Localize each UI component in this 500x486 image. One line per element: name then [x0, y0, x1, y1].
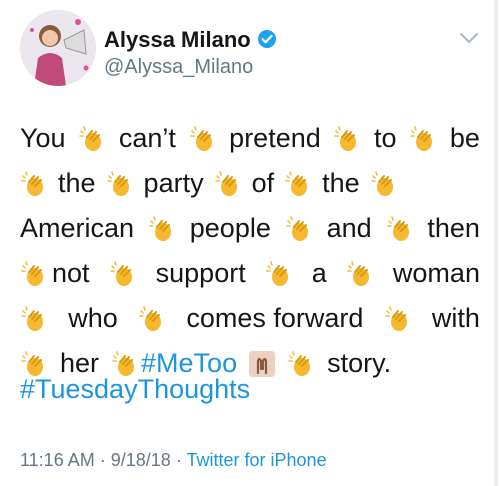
word: comes forward — [186, 303, 364, 333]
separator: · — [175, 450, 182, 470]
clapping-hands-emoji — [106, 170, 129, 196]
word: with — [431, 303, 480, 333]
word: You — [20, 123, 66, 153]
word: then — [427, 213, 480, 243]
tweet-source-link[interactable]: Twitter for iPhone — [187, 450, 327, 470]
tweet-line-5: who comes forward with — [20, 296, 480, 341]
clapping-hands-emoji — [21, 170, 43, 196]
hashtag-tuesdaythoughts-link[interactable]: #TuesdayThoughts — [20, 374, 250, 405]
clapping-hands-emoji — [79, 125, 102, 151]
tweet-line-3: American people and then — [20, 206, 480, 251]
word: not — [52, 258, 90, 288]
raised-hands-emoji — [249, 350, 276, 377]
clapping-hands-emoji — [139, 305, 162, 331]
word: a — [311, 258, 327, 288]
clapping-hands-emoji — [285, 215, 308, 241]
tweet-text: You can’t pretend to be the party of the… — [20, 116, 480, 386]
word: people — [189, 213, 271, 243]
clapping-hands-emoji — [370, 170, 393, 196]
tweet-meta: 11:16 AM · 9/18/18 · Twitter for iPhone — [20, 450, 327, 471]
scrollbar[interactable] — [494, 0, 498, 486]
clapping-hands-emoji — [347, 260, 369, 286]
tweet-line-4: not support a woman — [20, 251, 480, 296]
word: the — [322, 168, 360, 198]
word: woman — [392, 258, 480, 288]
separator: · — [99, 450, 106, 470]
clapping-hands-emoji — [386, 215, 409, 241]
word: to — [374, 123, 397, 153]
clapping-hands-emoji — [109, 260, 132, 286]
clapping-hands-emoji — [149, 215, 171, 241]
clapping-hands-emoji — [189, 125, 212, 151]
clapping-hands-emoji — [285, 170, 308, 196]
tweet-time[interactable]: 11:16 AM — [20, 450, 95, 470]
tweet-line-1: You can’t pretend to be — [20, 116, 480, 161]
avatar[interactable] — [20, 10, 96, 86]
clapping-hands-emoji — [288, 350, 311, 376]
word: support — [155, 258, 246, 288]
word: pretend — [229, 123, 321, 153]
chevron-down-icon[interactable] — [458, 30, 480, 46]
verified-badge-icon — [257, 30, 276, 48]
word: party — [143, 168, 204, 198]
tweet-card: Alyssa Milano @Alyssa_Milano You can’t p… — [0, 0, 500, 486]
clapping-hands-emoji — [410, 125, 433, 151]
word: be — [449, 123, 480, 153]
clapping-hands-emoji — [266, 260, 288, 286]
word: can’t — [118, 123, 176, 153]
word: and — [326, 213, 372, 243]
word: of — [251, 168, 275, 198]
clapping-hands-emoji — [21, 305, 43, 331]
tweet-date[interactable]: 9/18/18 — [111, 450, 171, 470]
word: who — [68, 303, 118, 333]
clapping-hands-emoji — [21, 260, 43, 286]
word: story. — [327, 348, 392, 378]
clapping-hands-emoji — [214, 170, 237, 196]
clapping-hands-emoji — [384, 305, 407, 331]
word: American — [20, 213, 135, 243]
tweet-line-2: the party of the — [20, 161, 480, 206]
clapping-hands-emoji — [334, 125, 357, 151]
word: the — [58, 168, 96, 198]
author-name[interactable]: Alyssa Milano — [104, 27, 277, 53]
author-handle[interactable]: @Alyssa_Milano — [104, 56, 253, 79]
